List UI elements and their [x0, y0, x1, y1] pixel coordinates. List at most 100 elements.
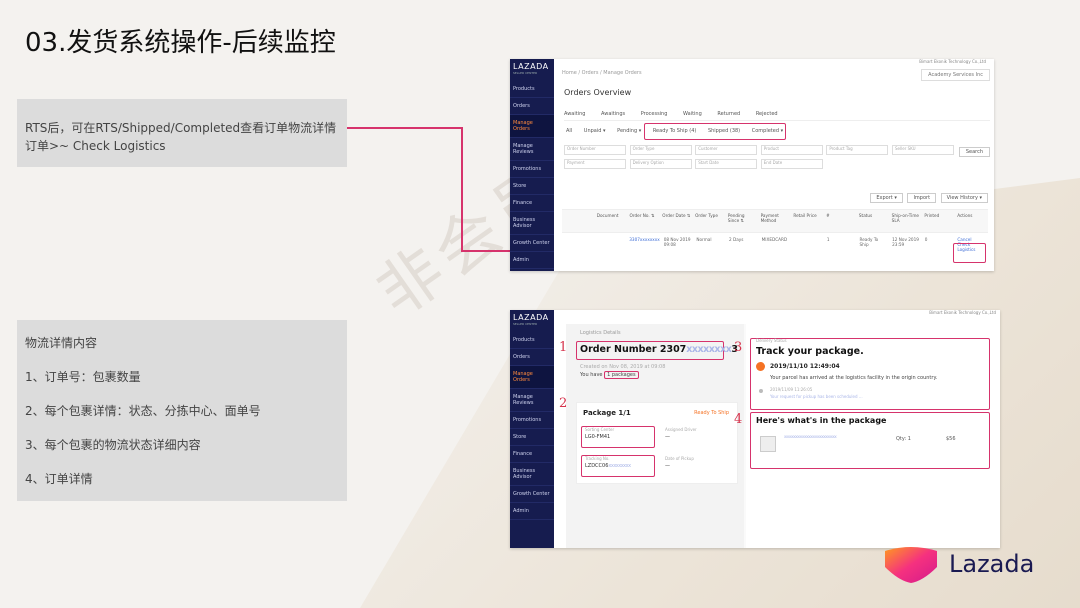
col-document: Document [596, 213, 619, 218]
col-pending-since[interactable]: Pending Since ⇅ [726, 210, 759, 232]
row-order-no[interactable]: 3307xxxxxxxx [627, 234, 661, 268]
filter-order-number[interactable]: Order Number [564, 145, 626, 155]
row-printed: 0 [924, 237, 928, 242]
sidebar-item-finance[interactable]: Finance [510, 195, 554, 212]
brand-name: Bimart Ekonik Technology Co.,Ltd [919, 59, 986, 64]
tab-awaiting[interactable]: Awaiting [564, 111, 585, 117]
label-4: 4 [734, 412, 743, 427]
sidebar-item-admin[interactable]: Admin [510, 252, 554, 269]
filter-product[interactable]: Product [760, 145, 823, 155]
tab-awaitings[interactable]: Awaitings [601, 111, 625, 117]
label-1: 1 [559, 340, 568, 355]
breadcrumb: Home / Orders / Manage Orders [562, 70, 642, 76]
orders-overview-title: Orders Overview [564, 88, 632, 97]
subtab-unpaid[interactable]: Unpaid ▾ [584, 128, 606, 134]
orders-overview-screenshot: LAZADA SELLER CENTER Products Orders Man… [510, 59, 994, 271]
tab-waiting[interactable]: Waiting [683, 111, 702, 117]
row-pending: 2 Days [728, 237, 744, 242]
sidebar-item-products[interactable]: Products [510, 81, 554, 98]
col-printed: Printed [924, 213, 940, 218]
item-price: $56 [946, 436, 956, 442]
logistics-modal: Logistics Details 1 Order Number 2307xxx… [559, 324, 990, 548]
note2-heading: 物流详情内容 [25, 336, 98, 350]
package-card: Package 1/1 Ready To Ship Sorting Center… [576, 402, 738, 484]
col-check[interactable] [562, 210, 595, 232]
sidebar: LAZADA SELLER CENTER Products Orders Man… [510, 59, 554, 271]
filter-seller-sku[interactable]: Seller SKU [891, 145, 954, 155]
sidebar-item-manage-reviews[interactable]: Manage Reviews [510, 389, 554, 412]
tab-rejected[interactable]: Rejected [756, 111, 778, 117]
package-title: Package 1/1 [583, 409, 631, 417]
tracking-label: Tracking No. [585, 456, 610, 461]
filter-delivery-option[interactable]: Delivery Option [629, 159, 692, 169]
filter-end-date[interactable]: End Date [760, 159, 823, 169]
note2-item-1: 1、订单号：包裹数量 [25, 370, 141, 384]
item-name[interactable]: xxxxxxxxxxxxxxxxxxxxxxxxxxxx [784, 434, 874, 439]
academy-button[interactable]: Academy Services Inc [921, 69, 990, 81]
col-status: Status [858, 213, 873, 218]
filter-start-date[interactable]: Start Date [695, 159, 758, 169]
note2-item-2: 2、每个包裹详情：状态、分拣中心、面单号 [25, 404, 261, 418]
sidebar-item-business-advisor[interactable]: Business Advisor [510, 463, 554, 486]
filter-order-type[interactable]: Order Type [629, 145, 692, 155]
import-button[interactable]: Import [907, 193, 937, 203]
row-order-date: 08 Nov 2019 09:08 [663, 237, 691, 247]
row-sla: 12 Nov 2019 23:59 [892, 237, 919, 247]
filter-product-tag[interactable]: Product Tag [826, 145, 889, 155]
sidebar-item-growth-center[interactable]: Growth Center [510, 235, 554, 252]
tab-processing[interactable]: Processing [641, 111, 668, 117]
tab-returned[interactable]: Returned [717, 111, 740, 117]
row-count: 1 [826, 237, 830, 242]
search-button[interactable]: Search [958, 147, 990, 157]
sidebar-item-products[interactable]: Products [510, 332, 554, 349]
sidebar-item-business-advisor[interactable]: Business Advisor [510, 212, 554, 235]
sidebar-item-admin[interactable]: Admin [510, 503, 554, 520]
sidebar-item-orders[interactable]: Orders [510, 349, 554, 366]
seller-center-label: SELLER CENTER [513, 71, 538, 75]
note2-item-4: 4、订单详情 [25, 472, 93, 486]
col-retail-price: Retail Price [793, 213, 817, 218]
col-order-no[interactable]: Order No. ⇅ [628, 210, 661, 232]
row-status: Ready To Ship [859, 237, 879, 247]
logistics-details-label: Logistics Details [580, 330, 621, 336]
view-history-button[interactable]: View History ▾ [940, 193, 988, 203]
lazada-logo-text: LAZADA [513, 62, 549, 71]
delivery-status-label: Delivery Status [756, 338, 787, 343]
filter-customer[interactable]: Customer [695, 145, 758, 155]
col-order-date[interactable]: Order Date ⇅ [660, 210, 693, 232]
tracking-number: LZDCC06xxxxxxxxx [585, 463, 631, 469]
connector-line-v [461, 127, 463, 251]
tracking-prefix: LZDCC06 [585, 463, 609, 469]
export-button[interactable]: Export ▾ [870, 193, 903, 203]
packages-count[interactable]: 1 packages [604, 371, 639, 379]
logistics-right-panel: 3 Delivery Status Track your package. 20… [734, 324, 990, 548]
sidebar-item-growth-center[interactable]: Growth Center [510, 486, 554, 503]
row-check[interactable] [562, 234, 595, 268]
sidebar-item-promotions[interactable]: Promotions [510, 412, 554, 429]
sidebar-item-manage-reviews[interactable]: Manage Reviews [510, 138, 554, 161]
sidebar-item-store[interactable]: Store [510, 178, 554, 195]
lazada-wordmark: Lazada [949, 550, 1035, 578]
subtab-pending[interactable]: Pending ▾ [617, 128, 641, 134]
filter-payment[interactable]: Payment [564, 159, 626, 169]
order-number-masked: xxxxxxxx [686, 344, 732, 355]
sidebar-item-store[interactable]: Store [510, 429, 554, 446]
sidebar-item-manage-orders[interactable]: Manage Orders [510, 115, 554, 138]
sidebar-item-orders[interactable]: Orders [510, 98, 554, 115]
table-row: 3307xxxxxxxx 08 Nov 2019 09:08 Normal 2 … [562, 234, 988, 268]
you-have-label: You have [580, 372, 603, 378]
brand-name-2: Bimart Ekonik Technology Co.,Ltd [929, 310, 996, 315]
event2-dot-icon [759, 389, 763, 393]
label-2: 2 [559, 396, 568, 411]
row-order-type: Normal [696, 237, 712, 242]
whats-in-package-title: Here's what's in the package [756, 416, 887, 425]
subtab-all[interactable]: All [566, 128, 572, 134]
label-3: 3 [734, 340, 743, 355]
sidebar-item-manage-orders[interactable]: Manage Orders [510, 366, 554, 389]
note-box-1: RTS后，可在RTS/Shipped/Completed查看订单物流详情 订单>… [17, 99, 347, 167]
note2-item-3: 3、每个包裹的物流状态详细内容 [25, 438, 201, 452]
sidebar-item-promotions[interactable]: Promotions [510, 161, 554, 178]
highlight-check-logistics [953, 243, 986, 263]
sidebar-item-finance[interactable]: Finance [510, 446, 554, 463]
sidebar-2: LAZADA SELLER CENTER Products Orders Man… [510, 310, 554, 548]
